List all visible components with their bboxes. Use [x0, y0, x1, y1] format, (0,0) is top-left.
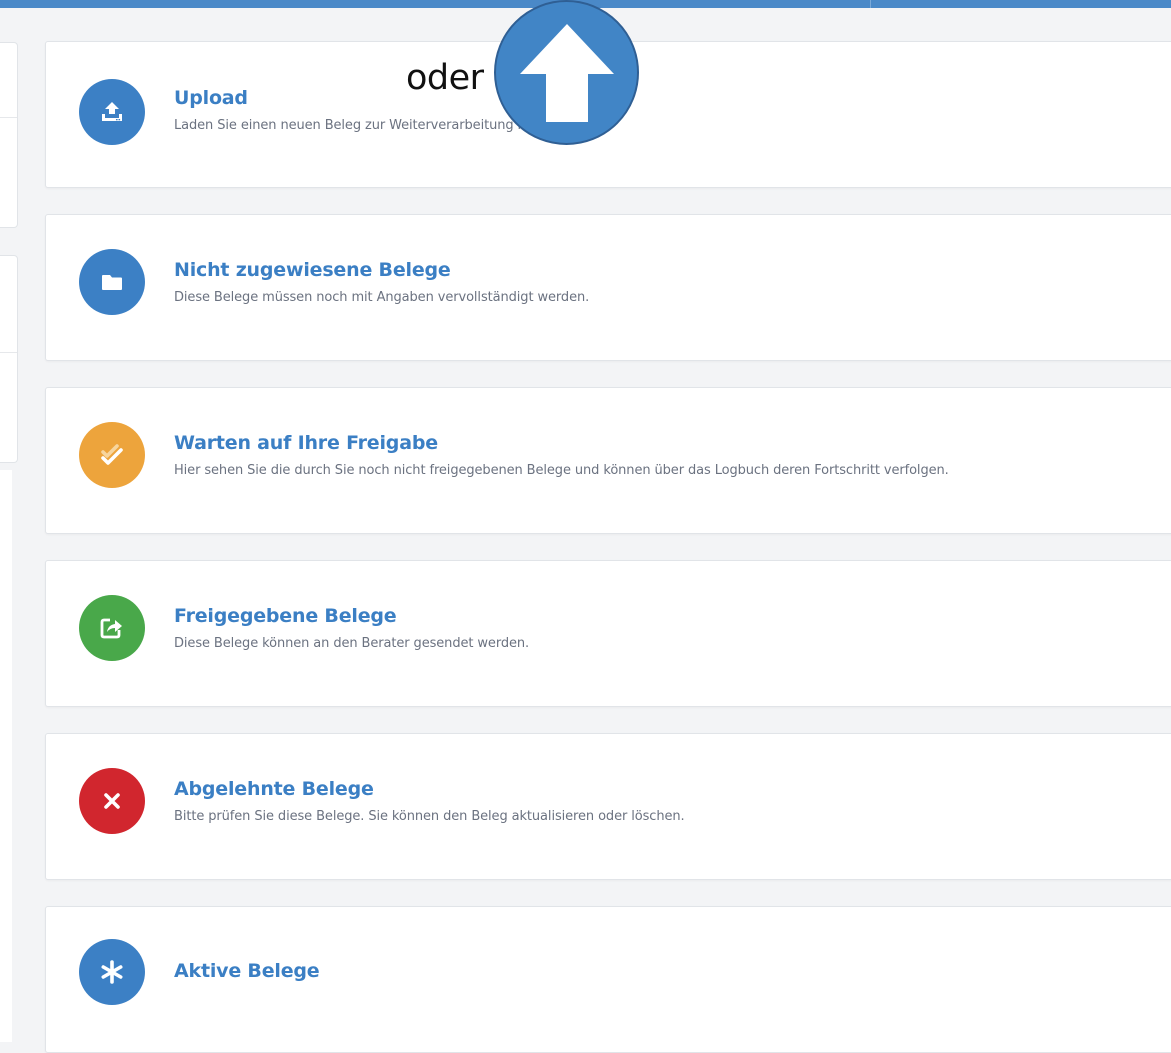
card-approved-documents[interactable]: Freigegebene Belege Diese Belege können … [45, 560, 1171, 707]
card-icon-circle [79, 249, 145, 315]
card-icon-circle [79, 595, 145, 661]
card-title[interactable]: Upload [174, 87, 248, 109]
side-panel-top [0, 42, 18, 228]
double-check-icon [101, 444, 123, 465]
side-panel-separator [0, 352, 17, 353]
card-title[interactable]: Abgelehnte Belege [174, 778, 374, 800]
card-title[interactable]: Nicht zugewiesene Belege [174, 259, 451, 281]
upload-icon [102, 102, 122, 121]
side-panel-edge [0, 470, 12, 1042]
card-rejected-documents[interactable]: Abgelehnte Belege Bitte prüfen Sie diese… [45, 733, 1171, 880]
card-icon-circle [79, 768, 145, 834]
annotation-label: oder [406, 58, 484, 98]
folder-icon [102, 275, 122, 290]
close-icon [104, 793, 120, 809]
annotation-arrow [494, 0, 639, 145]
card-description: Laden Sie einen neuen Beleg zur Weiterve… [174, 118, 553, 133]
card-title[interactable]: Warten auf Ihre Freigabe [174, 432, 438, 454]
card-description: Diese Belege können an den Berater gesen… [174, 636, 530, 651]
card-awaiting-approval[interactable]: Warten auf Ihre Freigabe Hier sehen Sie … [45, 387, 1171, 534]
card-icon-circle [79, 79, 145, 145]
share-icon [100, 618, 122, 639]
card-active-documents[interactable]: Aktive Belege [45, 906, 1171, 1053]
header-divider [870, 0, 871, 8]
card-title[interactable]: Freigegebene Belege [174, 605, 397, 627]
asterisk-icon [101, 960, 123, 984]
side-panel-bottom [0, 255, 18, 463]
card-description: Hier sehen Sie die durch Sie noch nicht … [174, 463, 949, 478]
card-icon-circle [79, 422, 145, 488]
side-panel-separator [0, 117, 17, 118]
card-description: Diese Belege müssen noch mit Angaben ver… [174, 290, 590, 305]
card-unassigned-documents[interactable]: Nicht zugewiesene Belege Diese Belege mü… [45, 214, 1171, 361]
up-arrow-icon [519, 23, 614, 122]
card-description: Bitte prüfen Sie diese Belege. Sie könne… [174, 809, 685, 824]
card-title[interactable]: Aktive Belege [174, 960, 320, 982]
card-icon-circle [79, 939, 145, 1005]
